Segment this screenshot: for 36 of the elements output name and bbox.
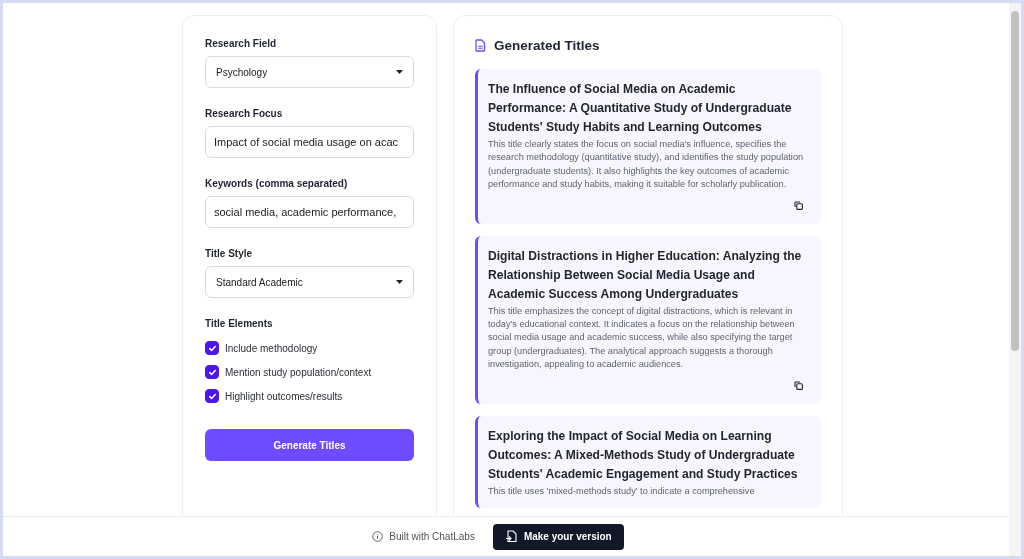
title-text: Exploring the Impact of Social Media on Learning Outcomes: A Mixed-Methods Study of Undergraduate Students' Academic Engagement and Study Practices [488,427,799,483]
input-field[interactable]: social media, academic performance, [205,196,414,228]
checkmark-icon [207,367,217,377]
document-icon [475,39,486,52]
field-label: Research Field [205,38,277,49]
checkmark-icon [207,343,217,353]
title-text: Digital Distractions in Higher Education: Analyzing the Relationship Between Social Media Usage and Academic Success Among Undergraduates [488,247,803,303]
caret-icon [396,70,403,74]
dropdown[interactable]: Psychology [205,56,414,88]
section-label: Title Elements [205,318,273,329]
title-description: This title clearly states the focus on social media's influence, specifies the research methodology (quantitative study), and identifies the study population (undergraduate students). It also highlights the key outcomes of academic performance and study habits, making it suitable for scholarly publication. [488,138,805,192]
input-field[interactable]: Impact of social media usage on acac [205,126,414,158]
field-label: Title Style [205,248,253,259]
checkbox[interactable] [205,389,219,403]
checkbox[interactable] [205,365,219,379]
scrollbar[interactable] [1009,3,1021,556]
checkmark-icon [207,391,217,401]
document-arrow-icon [504,530,518,543]
field-label: Keywords (comma separated) [205,178,348,189]
info-icon [372,531,384,542]
generate-button[interactable]: Generate Titles [205,429,414,461]
checkbox[interactable] [205,341,219,355]
caret-icon [396,280,403,284]
dropdown[interactable]: Standard Academic [205,266,414,298]
make-version-button[interactable]: Make your version [492,523,624,550]
checkbox-label: Include methodology [225,342,318,354]
copy-icon[interactable] [794,200,803,210]
title-description: This title uses 'mixed-methods study' to indicate a comprehensive [488,484,756,498]
title-description: This title emphasizes the concept of digital distractions, which is relevant in today's educational context. It indicates a focus on the relationship between social media usage and academic success, while also specifying the target group (undergraduates). The analytical approach suggests a thorough investigation, appealing to academic audiences. [488,304,796,372]
checkbox-label: Highlight outcomes/results [225,390,343,402]
credit-text: Built with ChatLabs [389,531,475,542]
title-text: The Influence of Social Media on Academic Performance: A Quantitative Study of Undergraduate Students' Study Habits and Learning Outcomes [488,81,793,136]
panel-heading: Generated Titles [494,38,600,53]
checkbox-label: Mention study population/context [225,366,372,378]
field-label: Research Focus [205,108,283,119]
copy-icon[interactable] [794,380,803,390]
